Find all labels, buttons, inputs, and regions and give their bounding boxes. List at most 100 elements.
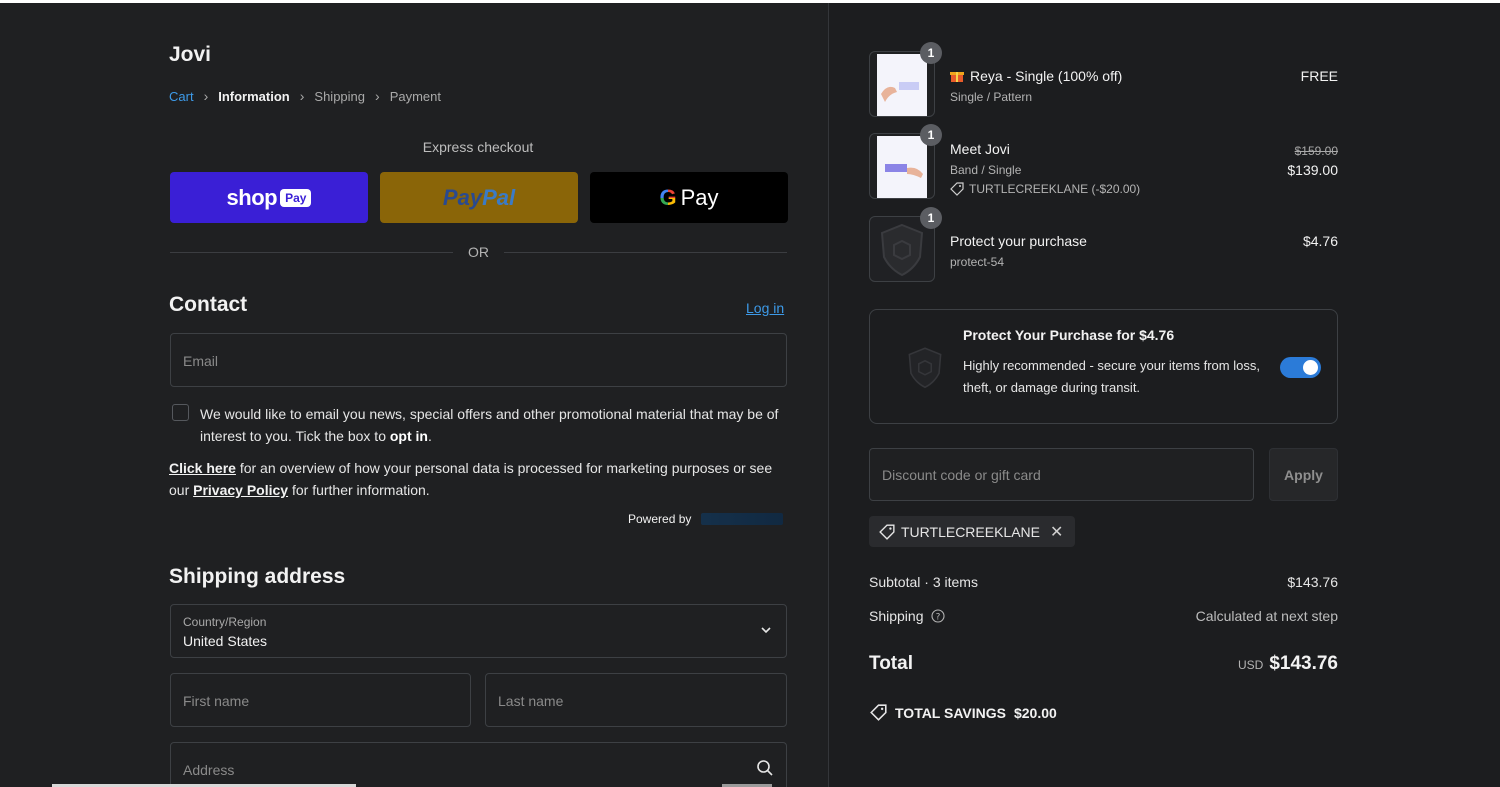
total-savings: TOTAL SAVINGS $20.00 bbox=[870, 704, 1057, 721]
quantity-badge: 1 bbox=[920, 207, 942, 229]
country-select[interactable]: Country/Region United States bbox=[170, 604, 787, 658]
email-placeholder: Email bbox=[183, 353, 219, 369]
savings-amount: $20.00 bbox=[1013, 704, 1057, 721]
google-g-icon: G bbox=[659, 184, 677, 210]
shield-icon bbox=[908, 347, 942, 389]
breadcrumb: Cart › Information › Shipping › Payment bbox=[169, 88, 441, 104]
item-variant: Single / Pattern bbox=[950, 90, 1033, 104]
divider-line bbox=[504, 251, 787, 253]
discount-code-input[interactable]: Discount code or gift card bbox=[869, 448, 1254, 501]
last-name-field[interactable]: Last name bbox=[485, 673, 787, 727]
powered-by: Powered by bbox=[628, 512, 784, 526]
tag-icon bbox=[879, 523, 895, 540]
paypal-button[interactable]: PayPal bbox=[380, 172, 578, 223]
total-amount: $143.76 bbox=[1269, 653, 1338, 674]
applied-code-text: TURTLECREEKLANE bbox=[901, 523, 1041, 540]
or-divider: OR bbox=[170, 244, 787, 260]
item-price: $4.76 bbox=[1302, 233, 1338, 249]
protect-title: Protect Your Purchase for $4.76 bbox=[963, 327, 1175, 343]
apply-discount-button[interactable]: Apply bbox=[1269, 448, 1338, 501]
item-discount-text: TURTLECREEKLANE (-$20.00) bbox=[969, 182, 1141, 196]
country-label: Country/Region bbox=[183, 615, 267, 629]
product-image bbox=[877, 136, 927, 198]
breadcrumb-shipping: Shipping bbox=[314, 88, 366, 104]
protect-toggle[interactable] bbox=[1280, 357, 1321, 378]
item-discount: TURTLECREEKLANE (-$20.00) bbox=[950, 182, 1140, 196]
svg-text:?: ? bbox=[935, 613, 940, 623]
paypal-logo: PayPal bbox=[443, 185, 515, 211]
optin-text: We would like to email you news, special… bbox=[200, 406, 779, 444]
google-pay-button[interactable]: G Pay bbox=[590, 172, 788, 223]
search-icon bbox=[757, 760, 773, 776]
original-price-text: $159.00 bbox=[1294, 144, 1338, 158]
login-link[interactable]: Log in bbox=[746, 300, 784, 316]
subtotal-label: Subtotal · 3 items bbox=[869, 574, 978, 590]
paypal-pal-text: Pal bbox=[482, 184, 516, 210]
express-checkout-label: Express checkout bbox=[422, 139, 534, 155]
item-variant: Band / Single bbox=[950, 163, 1022, 177]
total-label: Total bbox=[869, 653, 913, 674]
shipping-value: Calculated at next step bbox=[1195, 608, 1338, 624]
breadcrumb-cart[interactable]: Cart bbox=[169, 89, 194, 104]
item-price: $139.00 bbox=[1287, 162, 1338, 178]
privacy-end-text: for further information. bbox=[288, 482, 430, 498]
quantity-badge: 1 bbox=[920, 42, 942, 64]
product-image bbox=[877, 54, 927, 116]
item-price: FREE bbox=[1300, 68, 1338, 84]
marketing-optin-checkbox[interactable] bbox=[172, 404, 189, 421]
gpay-text: Pay bbox=[680, 184, 719, 210]
total-currency: USD bbox=[1237, 658, 1264, 672]
protect-description: Highly recommended - secure your items f… bbox=[963, 358, 1260, 395]
marketing-optin-label: We would like to email you news, special… bbox=[200, 403, 790, 447]
chevron-down-icon bbox=[761, 627, 771, 634]
breadcrumb-information: Information bbox=[218, 88, 290, 104]
chevron-right-icon: › bbox=[299, 88, 305, 104]
product-thumbnail: 1 bbox=[869, 124, 942, 199]
product-image-graphic bbox=[885, 164, 923, 178]
optin-end: . bbox=[427, 428, 432, 444]
help-icon[interactable]: ? bbox=[930, 609, 945, 623]
total-value: USD $143.76 bbox=[1238, 653, 1338, 675]
product-thumbnail: 1 bbox=[869, 42, 942, 117]
item-name: Meet Jovi bbox=[950, 141, 1010, 157]
shipping-address-heading: Shipping address bbox=[169, 565, 346, 588]
shipping-row: Shipping ? bbox=[869, 608, 945, 624]
shipping-label: Shipping bbox=[869, 608, 924, 624]
first-name-field[interactable]: First name bbox=[170, 673, 471, 727]
google-pay-logo: G Pay bbox=[659, 185, 718, 211]
product-image-graphic bbox=[881, 82, 919, 102]
remove-discount-icon[interactable]: ✕ bbox=[1050, 522, 1063, 542]
country-value: United States bbox=[183, 633, 268, 649]
subtotal-value: $143.76 bbox=[1287, 574, 1338, 590]
discount-placeholder: Discount code or gift card bbox=[882, 467, 1041, 483]
gift-icon bbox=[950, 72, 964, 82]
breadcrumb-payment: Payment bbox=[389, 88, 441, 104]
tag-icon bbox=[950, 182, 964, 196]
chevron-right-icon: › bbox=[203, 88, 209, 104]
quantity-badge: 1 bbox=[920, 124, 942, 146]
privacy-policy-link[interactable]: Privacy Policy bbox=[193, 482, 288, 498]
paypal-pay-text: Pay bbox=[442, 184, 483, 210]
first-name-placeholder: First name bbox=[183, 693, 250, 709]
powered-by-text: Powered by bbox=[628, 512, 692, 526]
provider-logo[interactable] bbox=[701, 513, 784, 525]
address-field[interactable]: Address bbox=[170, 742, 787, 787]
store-name[interactable]: Jovi bbox=[169, 43, 211, 67]
shop-pay-logo: shop bbox=[226, 184, 278, 210]
shop-pay-button[interactable]: shop Pay bbox=[170, 172, 368, 223]
email-field[interactable]: Email bbox=[170, 333, 787, 387]
savings-label: TOTAL SAVINGS bbox=[895, 704, 1006, 721]
divider-line bbox=[170, 251, 453, 253]
product-thumbnail: 1 bbox=[869, 207, 942, 282]
address-placeholder: Address bbox=[183, 762, 235, 778]
shop-pay-pill: Pay bbox=[280, 188, 312, 207]
toggle-knob bbox=[1303, 360, 1318, 375]
applied-discount-chip: TURTLECREEKLANE ✕ bbox=[869, 516, 1076, 547]
optin-bold: opt in bbox=[389, 428, 428, 444]
tag-icon bbox=[870, 704, 887, 721]
item-name-text: Reya - Single (100% off) bbox=[970, 68, 1123, 84]
or-text: OR bbox=[468, 244, 489, 260]
chevron-right-icon: › bbox=[375, 88, 380, 104]
click-here-link[interactable]: Click here bbox=[169, 460, 236, 476]
item-variant: protect-54 bbox=[950, 255, 1005, 269]
